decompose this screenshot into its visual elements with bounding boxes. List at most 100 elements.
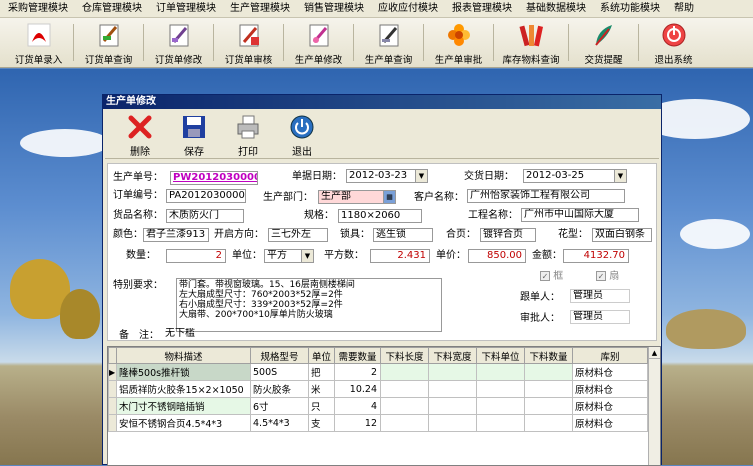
orderno-field[interactable]: PA20120300001	[166, 189, 246, 203]
vertical-scrollbar[interactable]: ▲	[648, 347, 660, 465]
menu-production[interactable]: 生产管理模块	[222, 0, 296, 18]
amount-field[interactable]: 4132.70	[563, 249, 629, 263]
cell[interactable]: 木门寸不锈钢暗插销	[116, 397, 251, 415]
cell[interactable]	[476, 397, 525, 415]
column-header[interactable]: 规格型号	[250, 347, 309, 364]
order-no-field[interactable]: PW20120300001	[170, 171, 258, 185]
cell[interactable]: 铝质祥防火胶条15×2×1050	[116, 380, 251, 398]
fan-checkbox[interactable]: ✓ 扇	[596, 270, 619, 284]
cell[interactable]: 原材料仓	[572, 414, 648, 432]
cell[interactable]: 原材料仓	[572, 380, 648, 398]
column-header[interactable]: 单位	[308, 347, 335, 364]
open-field[interactable]: 三七外左	[268, 228, 328, 242]
column-header[interactable]: 下料数量	[524, 347, 573, 364]
qty-field[interactable]: 2	[166, 249, 226, 263]
chevron-down-icon[interactable]: ▼	[301, 250, 313, 262]
menu-base-data[interactable]: 基础数据模块	[518, 0, 592, 18]
cell[interactable]	[524, 363, 573, 381]
save-button[interactable]: 保存	[167, 109, 221, 158]
toolbar-order-query[interactable]: 订货单查询	[74, 18, 143, 67]
chevron-down-icon[interactable]: ▼	[415, 170, 427, 182]
cell[interactable]	[428, 380, 477, 398]
cell[interactable]: 安恒不锈钢合页4.5*4*3	[116, 414, 251, 432]
cell[interactable]	[524, 380, 573, 398]
color-field[interactable]: 君子兰漆913	[143, 228, 209, 242]
cell[interactable]: 米	[308, 380, 335, 398]
project-field[interactable]: 广州市中山国际大厦	[521, 208, 639, 222]
toolbar-order-entry[interactable]: 订货单录入	[4, 18, 73, 67]
menu-ar-ap[interactable]: 应收应付模块	[370, 0, 444, 18]
toolbar-exit-system[interactable]: 退出系统	[639, 18, 708, 67]
cell[interactable]: 把	[308, 363, 335, 381]
toolbar-delivery-reminder[interactable]: 交货提醒	[569, 18, 638, 67]
toolbar-production-edit[interactable]: 生产单修改	[284, 18, 353, 67]
menu-procurement[interactable]: 采购管理模块	[0, 0, 74, 18]
menu-help[interactable]: 帮助	[666, 0, 700, 18]
lock-field[interactable]: 逃生锁	[373, 228, 433, 242]
cell[interactable]: 4	[334, 397, 381, 415]
cell[interactable]	[380, 397, 429, 415]
table-row[interactable]: 安恒不锈钢合页4.5*4*3 4.5*4*3 支 12 原材料仓	[108, 414, 648, 432]
chevron-down-icon[interactable]: ▼	[614, 170, 626, 182]
goods-field[interactable]: 木质防火门	[166, 209, 244, 223]
exit-button[interactable]: 退出	[275, 109, 329, 158]
area-field[interactable]: 2.431	[370, 249, 430, 263]
print-button[interactable]: 打印	[221, 109, 275, 158]
cell[interactable]	[476, 414, 525, 432]
follower-field[interactable]: 管理员	[570, 289, 630, 303]
lookup-icon[interactable]: ▦	[383, 191, 395, 203]
cell[interactable]	[524, 397, 573, 415]
dept-select[interactable]: 生产部 ▦	[318, 190, 396, 204]
cell[interactable]	[380, 363, 429, 381]
spec-field[interactable]: 1180×2060	[338, 209, 422, 223]
cell[interactable]	[476, 380, 525, 398]
cell[interactable]	[428, 414, 477, 432]
menu-system[interactable]: 系统功能模块	[592, 0, 666, 18]
customer-field[interactable]: 广州怡家装饰工程有限公司	[467, 189, 625, 203]
cell[interactable]	[428, 397, 477, 415]
hinge-field[interactable]: 镀锌合页	[480, 228, 536, 242]
unit-select[interactable]: 平方 ▼	[264, 249, 314, 263]
cell[interactable]	[380, 380, 429, 398]
cell[interactable]: 2	[334, 363, 381, 381]
cell[interactable]: 12	[334, 414, 381, 432]
cell[interactable]: 原材料仓	[572, 397, 648, 415]
toolbar-production-query[interactable]: 生产单查询	[354, 18, 423, 67]
column-header[interactable]: 下料单位	[476, 347, 525, 364]
scroll-up-icon[interactable]: ▲	[649, 347, 660, 359]
toolbar-order-edit[interactable]: 订货单修改	[144, 18, 213, 67]
toolbar-order-audit[interactable]: 订货单审核	[214, 18, 283, 67]
delete-button[interactable]: 删除	[113, 109, 167, 158]
toolbar-production-approve[interactable]: 生产单审批	[424, 18, 493, 67]
table-row[interactable]: ▶ 隆棒500s推杆锁 500S 把 2 原材料仓	[108, 363, 648, 381]
cell[interactable]: 支	[308, 414, 335, 432]
cell[interactable]	[524, 414, 573, 432]
table-row[interactable]: 铝质祥防火胶条15×2×1050 防火胶条 米 10.24 原材料仓	[108, 380, 648, 398]
table-row[interactable]: 木门寸不锈钢暗插销 6寸 只 4 原材料仓	[108, 397, 648, 415]
cell[interactable]: 隆棒500s推杆锁	[116, 363, 251, 381]
price-field[interactable]: 850.00	[468, 249, 526, 263]
cell[interactable]: 500S	[250, 363, 309, 381]
cell[interactable]: 防火胶条	[250, 380, 309, 398]
column-header[interactable]: 需要数量	[334, 347, 381, 364]
cell[interactable]: 10.24	[334, 380, 381, 398]
cell[interactable]: 6寸	[250, 397, 309, 415]
column-header[interactable]: 库别	[572, 347, 648, 364]
remark-field[interactable]: 无下槛	[163, 328, 643, 342]
cell[interactable]: 只	[308, 397, 335, 415]
special-requirements-textarea[interactable]: 带门套。带视窗玻璃。15、16层南侧楼梯间 左大扇成型尺寸：760*2003*5…	[176, 278, 442, 332]
menu-warehouse[interactable]: 仓库管理模块	[74, 0, 148, 18]
column-header[interactable]: 物料描述	[116, 347, 251, 364]
toolbar-inventory-query[interactable]: 库存物料查询	[494, 18, 568, 67]
column-header[interactable]: 下料宽度	[428, 347, 477, 364]
approver-field[interactable]: 管理员	[570, 310, 630, 324]
pattern-field[interactable]: 双面白钢条	[592, 228, 652, 242]
column-header[interactable]: 下料长度	[380, 347, 429, 364]
menu-orders[interactable]: 订单管理模块	[148, 0, 222, 18]
menu-sales[interactable]: 销售管理模块	[296, 0, 370, 18]
menu-reports[interactable]: 报表管理模块	[444, 0, 518, 18]
delivery-picker[interactable]: 2012-03-25 ▼	[523, 169, 627, 183]
cell[interactable]	[380, 414, 429, 432]
cell[interactable]	[428, 363, 477, 381]
cell[interactable]	[476, 363, 525, 381]
